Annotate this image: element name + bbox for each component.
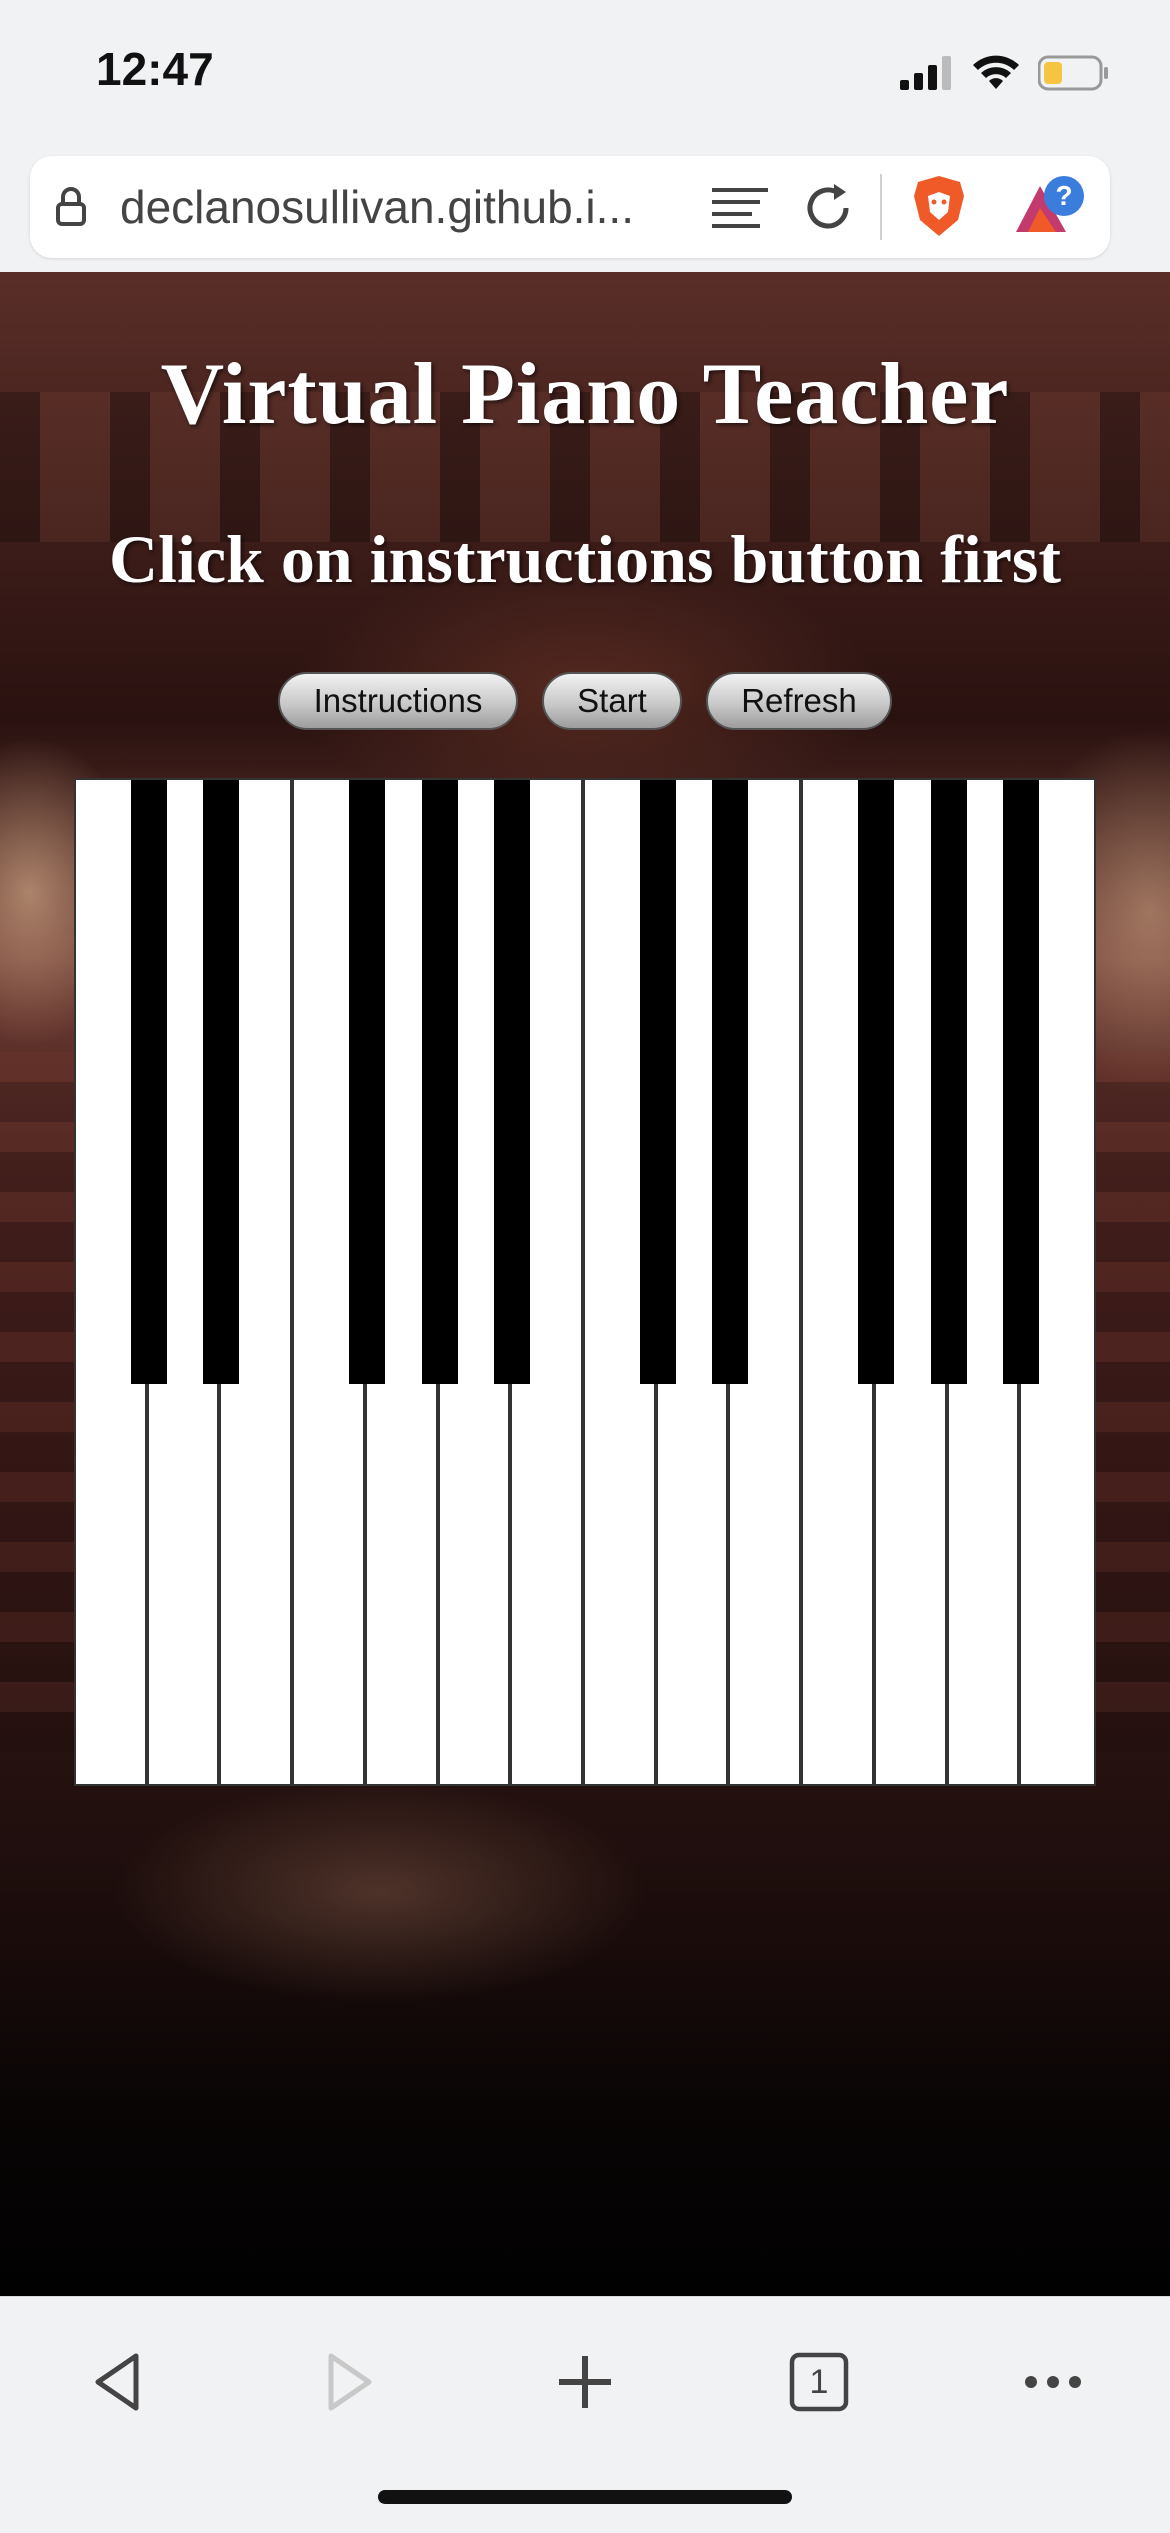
- black-key[interactable]: [203, 780, 240, 1384]
- page-title: Virtual Piano Teacher: [160, 346, 1010, 443]
- cellular-signal-icon: [900, 55, 954, 95]
- reader-mode-icon[interactable]: [710, 184, 770, 241]
- button-row: Instructions Start Refresh: [0, 672, 1170, 730]
- page-subtitle: Click on instructions button first: [108, 521, 1062, 597]
- more-icon[interactable]: [1008, 2337, 1098, 2427]
- black-key[interactable]: [712, 780, 749, 1384]
- url-text[interactable]: declanosullivan.github.i...: [120, 180, 634, 234]
- piano-keyboard: [74, 778, 1096, 1786]
- black-key[interactable]: [1003, 780, 1040, 1384]
- black-key[interactable]: [130, 780, 167, 1384]
- web-content: Virtual Piano Teacher Click on instructi…: [0, 272, 1170, 2296]
- battery-icon: [1037, 55, 1110, 96]
- black-key[interactable]: [639, 780, 676, 1384]
- wifi-icon: [972, 55, 1020, 96]
- status-icons: [900, 50, 1110, 100]
- tabs-icon[interactable]: 1: [774, 2337, 864, 2427]
- brave-rewards-icon[interactable]: ?: [1010, 174, 1090, 243]
- refresh-button[interactable]: Refresh: [706, 672, 892, 730]
- black-key[interactable]: [930, 780, 967, 1384]
- lock-icon: [54, 186, 88, 233]
- address-divider: [880, 174, 882, 240]
- black-key[interactable]: [421, 780, 458, 1384]
- status-bar: 12:47: [0, 0, 1170, 150]
- forward-icon[interactable]: [305, 2337, 395, 2427]
- start-button[interactable]: Start: [542, 672, 682, 730]
- svg-text:?: ?: [1055, 180, 1072, 211]
- status-time: 12:47: [96, 43, 214, 95]
- black-key[interactable]: [857, 780, 894, 1384]
- reload-icon[interactable]: [800, 180, 856, 241]
- back-icon[interactable]: [72, 2337, 162, 2427]
- black-key[interactable]: [494, 780, 531, 1384]
- address-bar[interactable]: declanosullivan.github.i... ?: [30, 156, 1110, 258]
- new-tab-icon[interactable]: [540, 2337, 630, 2427]
- black-key[interactable]: [348, 780, 385, 1384]
- brave-shields-icon[interactable]: [910, 174, 968, 243]
- home-indicator: [378, 2490, 792, 2504]
- instructions-button[interactable]: Instructions: [278, 672, 518, 730]
- tab-count: 1: [809, 2362, 829, 2401]
